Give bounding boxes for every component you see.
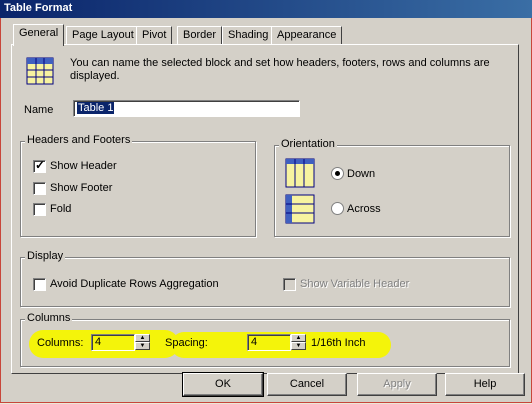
name-value: Table 1 — [77, 102, 115, 114]
avoid-duplicate-label: Avoid Duplicate Rows Aggregation — [50, 278, 219, 290]
tab-pivot[interactable]: Pivot — [136, 26, 173, 44]
show-variable-header-label: Show Variable Header — [300, 278, 410, 290]
display-group: Display Avoid Duplicate Rows Aggregation… — [20, 250, 510, 307]
dialog: General Page Layout Pivot Border Shading… — [0, 18, 532, 403]
headers-footers-title: Headers and Footers — [25, 134, 133, 146]
columns-label: Columns: — [37, 337, 84, 349]
orientation-group: Orientation Down Across — [274, 138, 510, 237]
name-label: Name — [24, 104, 54, 116]
orientation-down-radio[interactable] — [331, 167, 344, 180]
orientation-title: Orientation — [279, 138, 337, 150]
tab-page-layout[interactable]: Page Layout — [66, 26, 140, 44]
tab-border[interactable]: Border — [177, 26, 223, 44]
show-variable-header-checkbox[interactable] — [283, 278, 296, 291]
name-input[interactable]: Table 1 — [73, 100, 300, 117]
description-text: You can name the selected block and set … — [70, 57, 490, 82]
title-bar: Table Format — [0, 0, 532, 18]
spacing-unit-label: 1/16th Inch — [311, 337, 366, 349]
show-header-checkbox[interactable]: ✓ — [33, 158, 46, 173]
apply-button[interactable]: Apply — [357, 373, 437, 396]
tab-general[interactable]: General — [13, 24, 65, 46]
ok-button[interactable]: OK — [182, 372, 264, 397]
columns-group: Columns Columns: 4 ▲ ▼ Spacing: 4 ▲ ▼ 1/16… — [20, 312, 510, 367]
spin-down-icon[interactable]: ▼ — [291, 342, 306, 350]
orientation-across-icon — [285, 194, 315, 224]
show-footer-checkbox[interactable] — [33, 182, 46, 195]
spacing-label: Spacing: — [165, 337, 208, 349]
avoid-duplicate-checkbox[interactable] — [33, 278, 46, 291]
tab-shading[interactable]: Shading — [222, 26, 275, 44]
columns-title: Columns — [25, 312, 73, 324]
spin-up-icon[interactable]: ▲ — [291, 334, 306, 342]
window-title: Table Format — [4, 2, 73, 14]
orientation-down-icon — [285, 158, 315, 188]
table-format-icon — [26, 57, 54, 85]
spacing-spinner[interactable]: ▲ ▼ — [291, 334, 306, 351]
show-header-label: Show Header — [50, 160, 117, 172]
cancel-button[interactable]: Cancel — [267, 373, 347, 396]
display-title: Display — [25, 250, 66, 262]
fold-label: Fold — [50, 203, 72, 215]
columns-input[interactable]: 4 — [91, 334, 135, 351]
spacing-input[interactable]: 4 — [247, 334, 291, 351]
orientation-across-radio[interactable] — [331, 202, 344, 215]
headers-footers-group: Headers and Footers ✓ Show Header Show F… — [20, 134, 256, 237]
spin-down-icon[interactable]: ▼ — [135, 342, 150, 350]
orientation-across-label: Across — [347, 203, 381, 215]
orientation-down-label: Down — [347, 168, 376, 180]
fold-checkbox[interactable] — [33, 203, 46, 216]
columns-spinner[interactable]: ▲ ▼ — [135, 334, 150, 351]
help-button[interactable]: Help — [445, 373, 525, 396]
spin-up-icon[interactable]: ▲ — [135, 334, 150, 342]
general-tab-panel: You can name the selected block and set … — [11, 44, 519, 374]
checkmark-icon: ✓ — [35, 158, 46, 172]
show-footer-label: Show Footer — [50, 182, 113, 194]
tab-appearance[interactable]: Appearance — [271, 26, 343, 44]
